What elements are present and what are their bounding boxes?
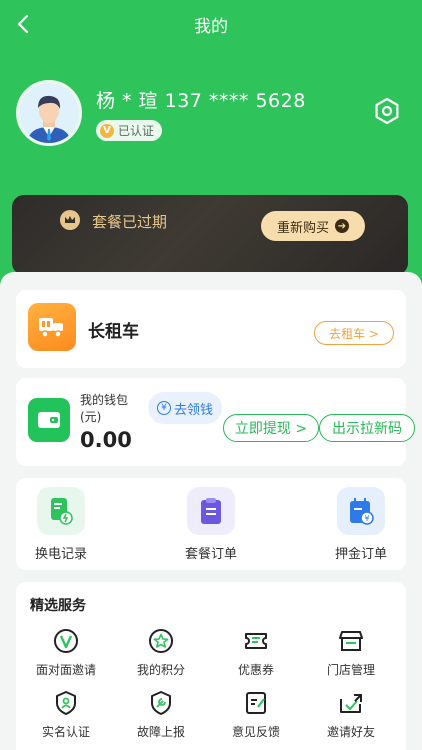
service-label: 实名认证 xyxy=(41,725,90,739)
service-points[interactable]: 我的积分 xyxy=(113,628,209,678)
feedback-icon xyxy=(243,690,269,716)
service-real-name[interactable]: 实名认证 xyxy=(18,690,114,740)
service-label: 我的积分 xyxy=(136,663,185,677)
deposit-order-item[interactable]: ¥ 押金订单 xyxy=(316,487,406,562)
service-label: 意见反馈 xyxy=(231,725,280,739)
coin-icon: ¥ xyxy=(156,401,171,415)
nav-bar: 我的 xyxy=(0,0,422,48)
crown-icon xyxy=(60,210,80,230)
service-label: 故障上报 xyxy=(136,725,185,739)
service-face-invite[interactable]: 面对面邀请 xyxy=(18,628,114,678)
invite-code-button[interactable]: 出示拉新码 xyxy=(319,414,415,442)
battery-swap-icon xyxy=(37,487,85,535)
store-icon xyxy=(338,628,364,654)
v-badge-icon xyxy=(53,628,79,654)
services-title: 精选服务 xyxy=(30,598,86,614)
order-label: 套餐订单 xyxy=(184,547,237,562)
claim-label: 去领钱 xyxy=(173,402,213,418)
settings-icon[interactable] xyxy=(373,97,401,125)
avatar[interactable] xyxy=(16,80,82,146)
package-status: 套餐已过期 xyxy=(92,213,168,231)
service-store-management[interactable]: 门店管理 xyxy=(303,628,399,678)
service-label: 邀请好友 xyxy=(326,725,375,739)
page-title: 我的 xyxy=(194,17,228,37)
user-name-phone: 杨 * 瑄 137 **** 5628 xyxy=(96,90,306,112)
star-icon xyxy=(148,628,174,654)
wallet-amount: 0.00 xyxy=(80,428,132,452)
service-label: 优惠券 xyxy=(237,663,274,677)
withdraw-button[interactable]: 立即提现 > xyxy=(223,414,319,442)
clipboard-icon xyxy=(187,487,235,535)
verified-icon: V xyxy=(100,123,114,138)
rebuy-label: 重新购买 xyxy=(276,220,329,236)
verified-label: 已认证 xyxy=(118,124,155,138)
calendar-yen-icon: ¥ xyxy=(337,487,385,535)
service-fault-report[interactable]: 故障上报 xyxy=(113,690,209,740)
invite-icon xyxy=(338,690,364,716)
service-label: 门店管理 xyxy=(326,663,375,677)
wrench-shield-icon xyxy=(148,690,174,716)
verified-badge: V 已认证 xyxy=(96,120,163,141)
long-rent-title: 长租车 xyxy=(88,322,139,342)
truck-icon xyxy=(28,303,76,351)
id-shield-icon xyxy=(53,690,79,716)
service-feedback[interactable]: 意见反馈 xyxy=(208,690,304,740)
avatar-illustration xyxy=(19,83,79,143)
arrow-right-icon: ➔ xyxy=(335,219,349,233)
service-coupon[interactable]: 优惠券 xyxy=(208,628,304,678)
wallet-icon xyxy=(28,398,70,442)
order-label: 换电记录 xyxy=(34,547,87,562)
svg-text:¥: ¥ xyxy=(364,514,369,523)
order-label: 押金订单 xyxy=(334,547,387,562)
service-invite-friends[interactable]: 邀请好友 xyxy=(303,690,399,740)
rebuy-button[interactable]: 重新购买 ➔ xyxy=(261,211,365,241)
wallet-label: 我的钱包(元) xyxy=(80,393,129,424)
coupon-icon xyxy=(243,628,269,654)
service-label: 面对面邀请 xyxy=(35,663,96,677)
package-order-item[interactable]: 套餐订单 xyxy=(166,487,256,562)
go-rent-button[interactable]: 去租车 > xyxy=(314,321,394,345)
claim-money-button[interactable]: ¥ 去领钱 xyxy=(148,392,222,424)
swap-record-item[interactable]: 换电记录 xyxy=(16,487,106,562)
